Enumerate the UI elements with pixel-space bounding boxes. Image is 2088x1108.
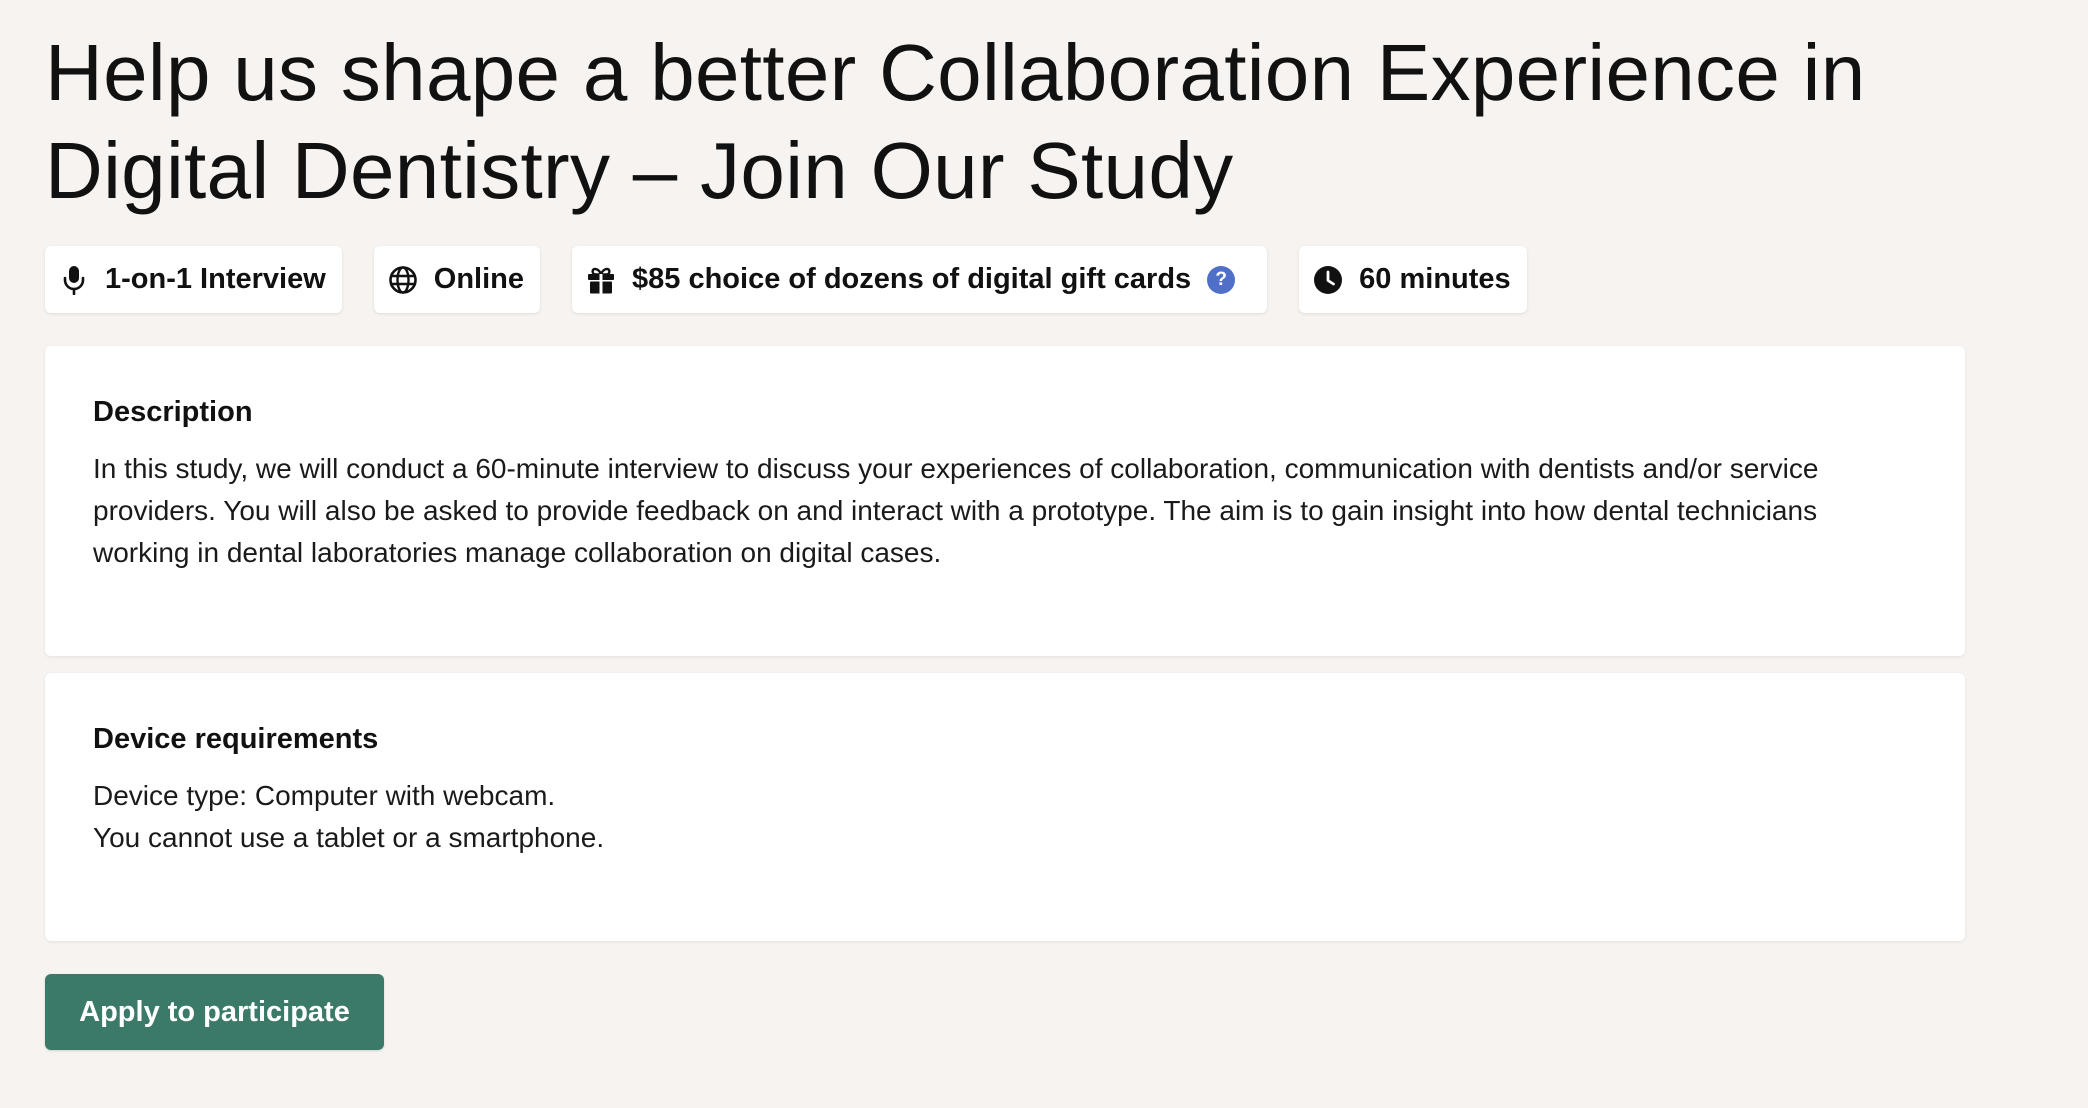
chip-interview-type: 1-on-1 Interview (45, 246, 342, 313)
device-requirements-card: Device requirements Device type: Compute… (45, 673, 1965, 941)
device-restriction-text: You cannot use a tablet or a smartphone. (93, 822, 605, 853)
description-heading: Description (93, 396, 253, 428)
chip-incentive: $85 choice of dozens of digital gift car… (572, 246, 1268, 313)
microphone-icon (59, 265, 89, 295)
chip-label: 1-on-1 Interview (105, 263, 326, 295)
globe-icon (388, 265, 418, 295)
help-icon[interactable]: ? (1207, 265, 1236, 294)
title-line-2: Digital Dentistry – Join Our Study (45, 126, 1234, 215)
title-line-1: Help us shape a better Collaboration Exp… (45, 28, 1866, 117)
description-text: In this study, we will conduct a 60-minu… (93, 453, 1819, 568)
study-attributes: 1-on-1 Interview Online $85 choice of do… (45, 246, 1527, 313)
gift-icon (586, 265, 616, 295)
chip-label: Online (433, 263, 525, 295)
description-card: Description In this study, we will condu… (45, 346, 1965, 656)
chip-label: $85 choice of dozens of digital gift car… (632, 263, 1192, 295)
device-requirements-heading: Device requirements (93, 723, 379, 755)
page-title: Help us shape a better Collaboration Exp… (45, 24, 2025, 220)
study-page: Help us shape a better Collaboration Exp… (45, 24, 1965, 1050)
chip-label: 60 minutes (1359, 263, 1511, 295)
chip-duration: 60 minutes (1299, 246, 1527, 313)
apply-button[interactable]: Apply to participate (45, 974, 384, 1050)
device-type-text: Device type: Computer with webcam. (93, 780, 556, 811)
chip-location: Online (373, 246, 541, 313)
clock-icon (1313, 265, 1343, 295)
